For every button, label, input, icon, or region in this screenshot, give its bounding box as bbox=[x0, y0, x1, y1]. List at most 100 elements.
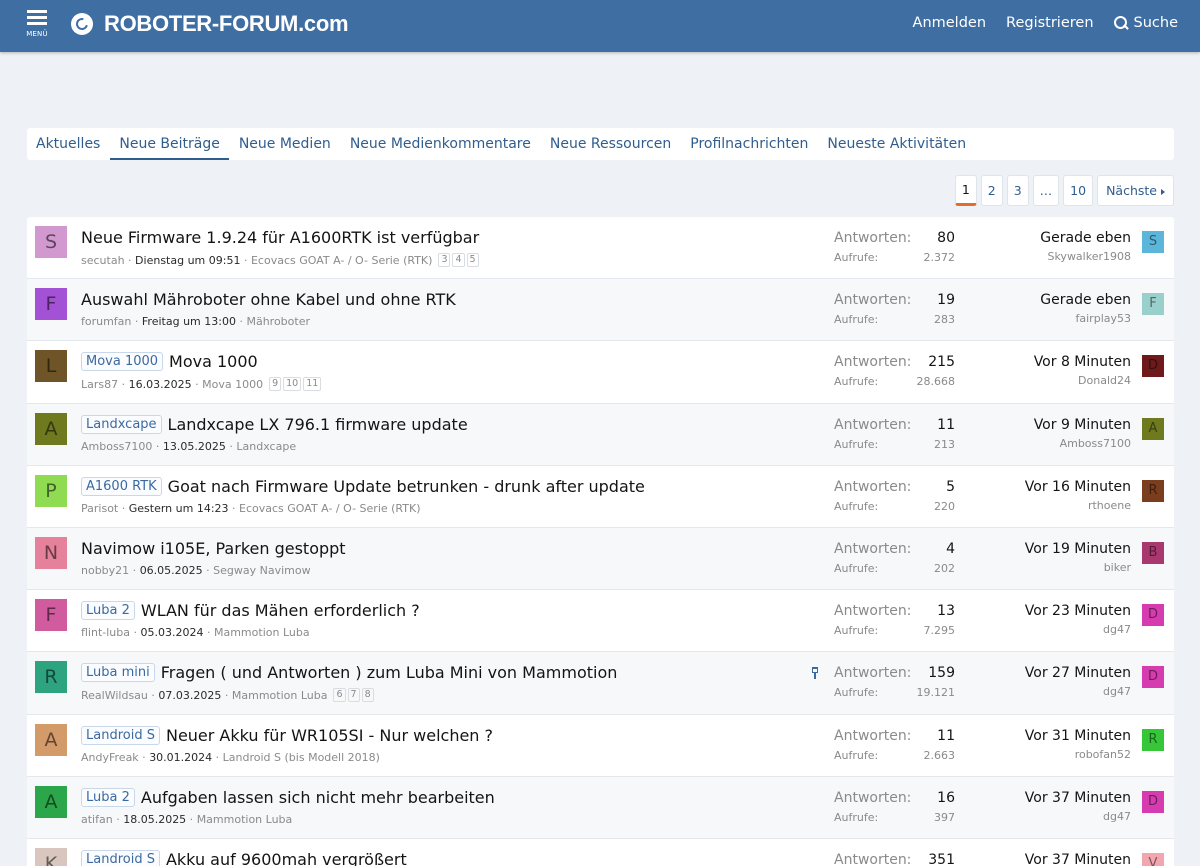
thread-prefix[interactable]: Landroid S bbox=[81, 850, 160, 866]
tab-2[interactable]: Neue Medien bbox=[230, 128, 340, 160]
last-poster-avatar[interactable]: D bbox=[1142, 666, 1164, 689]
last-post-user[interactable]: Donald24 bbox=[1034, 374, 1131, 387]
last-poster-avatar[interactable]: D bbox=[1142, 790, 1164, 813]
last-poster-avatar[interactable]: R bbox=[1142, 728, 1164, 751]
avatar[interactable]: P bbox=[35, 474, 67, 507]
tab-3[interactable]: Neue Medienkommentare bbox=[341, 128, 540, 160]
thread-page-link[interactable]: 5 bbox=[466, 253, 479, 267]
thread-prefix[interactable]: Landxcape bbox=[81, 414, 162, 434]
thread-page-link[interactable]: 6 bbox=[333, 688, 346, 703]
thread-page-link[interactable]: 11 bbox=[303, 377, 322, 392]
last-post-user[interactable]: dg47 bbox=[1025, 810, 1131, 823]
page-link[interactable]: 3 bbox=[1006, 175, 1029, 206]
avatar[interactable]: F bbox=[35, 288, 67, 321]
site-logo[interactable]: ROBOTER-FORUM.com bbox=[71, 10, 349, 38]
avatar[interactable]: K bbox=[35, 848, 67, 866]
tab-1[interactable]: Neue Beiträge bbox=[110, 128, 229, 160]
avatar[interactable]: A bbox=[35, 785, 67, 818]
thread-prefix[interactable]: Luba 2 bbox=[81, 787, 135, 807]
thread-title-link[interactable]: Luba 2 WLAN für das Mähen erforderlich ? bbox=[81, 601, 420, 621]
last-post-user[interactable]: dg47 bbox=[1025, 685, 1131, 698]
thread-title-link[interactable]: Neue Firmware 1.9.24 für A1600RTK ist ve… bbox=[81, 228, 479, 247]
thread-forum[interactable]: Mammotion Luba bbox=[214, 626, 310, 639]
last-post-time[interactable]: Vor 37 Minuten bbox=[1025, 852, 1131, 866]
last-post-time[interactable]: Gerade eben bbox=[1040, 230, 1131, 246]
tab-5[interactable]: Profilnachrichten bbox=[681, 128, 817, 160]
thread-forum[interactable]: Landroid S (bis Modell 2018) bbox=[223, 751, 380, 764]
last-post-time[interactable]: Vor 27 Minuten bbox=[1025, 665, 1131, 681]
last-post-time[interactable]: Vor 37 Minuten bbox=[1025, 790, 1131, 806]
last-post-user[interactable]: rthoene bbox=[1025, 499, 1131, 512]
last-poster-avatar[interactable]: B bbox=[1142, 542, 1164, 564]
next-page-button[interactable]: Nächste bbox=[1097, 175, 1174, 206]
thread-prefix[interactable]: Luba mini bbox=[81, 663, 155, 683]
last-post-user[interactable]: fairplay53 bbox=[1040, 312, 1131, 325]
avatar[interactable]: A bbox=[35, 723, 67, 756]
thread-prefix[interactable]: Landroid S bbox=[81, 725, 160, 745]
avatar[interactable]: N bbox=[35, 537, 67, 569]
last-post-time[interactable]: Gerade eben bbox=[1040, 292, 1131, 308]
thread-title-link[interactable]: Luba 2 Aufgaben lassen sich nicht mehr be… bbox=[81, 787, 495, 807]
page-link[interactable]: 2 bbox=[980, 175, 1003, 206]
last-poster-avatar[interactable]: S bbox=[1142, 231, 1164, 253]
avatar[interactable]: S bbox=[35, 226, 67, 258]
last-post-user[interactable]: dg47 bbox=[1025, 623, 1131, 636]
thread-page-link[interactable]: 8 bbox=[361, 688, 374, 703]
thread-forum[interactable]: Segway Navimow bbox=[213, 564, 310, 577]
thread-title-link[interactable]: A1600 RTK Goat nach Firmware Update betru… bbox=[81, 476, 645, 496]
thread-author[interactable]: flint-luba bbox=[81, 626, 130, 639]
thread-title-link[interactable]: Mova 1000 Mova 1000 bbox=[81, 352, 258, 372]
page-link[interactable]: 1 bbox=[954, 175, 977, 206]
last-post-time[interactable]: Vor 19 Minuten bbox=[1025, 541, 1131, 557]
thread-forum[interactable]: Mammotion Luba bbox=[197, 813, 293, 826]
last-post-time[interactable]: Vor 23 Minuten bbox=[1025, 603, 1131, 619]
thread-forum[interactable]: Ecovacs GOAT A- / O- Serie (RTK) bbox=[251, 254, 432, 267]
thread-title-link[interactable]: Luba mini Fragen ( und Antworten ) zum Lu… bbox=[81, 663, 617, 683]
last-poster-avatar[interactable]: V bbox=[1142, 853, 1164, 866]
thread-title-link[interactable]: Landroid S Neuer Akku für WR105SI - Nur w… bbox=[81, 725, 493, 745]
thread-forum[interactable]: Mammotion Luba bbox=[232, 689, 328, 702]
thread-author[interactable]: Parisot bbox=[81, 502, 118, 515]
last-post-user[interactable]: biker bbox=[1025, 561, 1131, 574]
thread-page-link[interactable]: 4 bbox=[452, 253, 465, 267]
search-button[interactable]: Suche bbox=[1113, 15, 1178, 31]
thread-author[interactable]: nobby21 bbox=[81, 564, 129, 577]
avatar[interactable]: R bbox=[35, 661, 67, 694]
tab-6[interactable]: Neueste Aktivitäten bbox=[818, 128, 975, 160]
tab-0[interactable]: Aktuelles bbox=[36, 128, 109, 160]
last-poster-avatar[interactable]: D bbox=[1142, 604, 1164, 627]
thread-prefix[interactable]: Luba 2 bbox=[81, 601, 135, 621]
menu-button[interactable]: MENÜ bbox=[23, 9, 51, 45]
thread-page-link[interactable]: 10 bbox=[283, 377, 302, 392]
last-post-user[interactable]: Amboss7100 bbox=[1034, 437, 1131, 450]
last-poster-avatar[interactable]: D bbox=[1142, 355, 1164, 378]
thread-author[interactable]: RealWildsau bbox=[81, 689, 148, 702]
thread-title-link[interactable]: Auswahl Mähroboter ohne Kabel und ohne R… bbox=[81, 290, 456, 309]
thread-author[interactable]: atifan bbox=[81, 813, 113, 826]
thread-forum[interactable]: Mähroboter bbox=[246, 315, 310, 328]
thread-author[interactable]: Amboss7100 bbox=[81, 440, 152, 453]
thread-page-link[interactable]: 7 bbox=[347, 688, 360, 703]
thread-author[interactable]: AndyFreak bbox=[81, 751, 139, 764]
avatar[interactable]: L bbox=[35, 350, 67, 383]
last-post-user[interactable]: robofan52 bbox=[1025, 748, 1131, 761]
thread-forum[interactable]: Mova 1000 bbox=[202, 378, 263, 391]
last-poster-avatar[interactable]: F bbox=[1142, 293, 1164, 316]
thread-author[interactable]: Lars87 bbox=[81, 378, 118, 391]
thread-page-link[interactable]: 9 bbox=[269, 377, 282, 392]
thread-prefix[interactable]: Mova 1000 bbox=[81, 352, 164, 372]
thread-prefix[interactable]: A1600 RTK bbox=[81, 476, 162, 496]
thread-title-link[interactable]: Landxcape Landxcape LX 796.1 firmware upd… bbox=[81, 414, 468, 434]
thread-title-link[interactable]: Landroid S Akku auf 9600mah vergrößert bbox=[81, 850, 407, 866]
avatar[interactable]: F bbox=[35, 599, 67, 632]
page-link[interactable]: … bbox=[1032, 175, 1060, 206]
last-poster-avatar[interactable]: R bbox=[1142, 479, 1164, 502]
thread-forum[interactable]: Ecovacs GOAT A- / O- Serie (RTK) bbox=[239, 502, 420, 515]
last-post-user[interactable]: Skywalker1908 bbox=[1040, 250, 1131, 263]
avatar[interactable]: A bbox=[35, 412, 67, 445]
last-post-time[interactable]: Vor 9 Minuten bbox=[1034, 417, 1131, 433]
thread-title-link[interactable]: Navimow i105E, Parken gestoppt bbox=[81, 539, 346, 558]
thread-page-link[interactable]: 3 bbox=[438, 253, 451, 267]
thread-author[interactable]: forumfan bbox=[81, 315, 131, 328]
last-poster-avatar[interactable]: A bbox=[1142, 417, 1164, 440]
